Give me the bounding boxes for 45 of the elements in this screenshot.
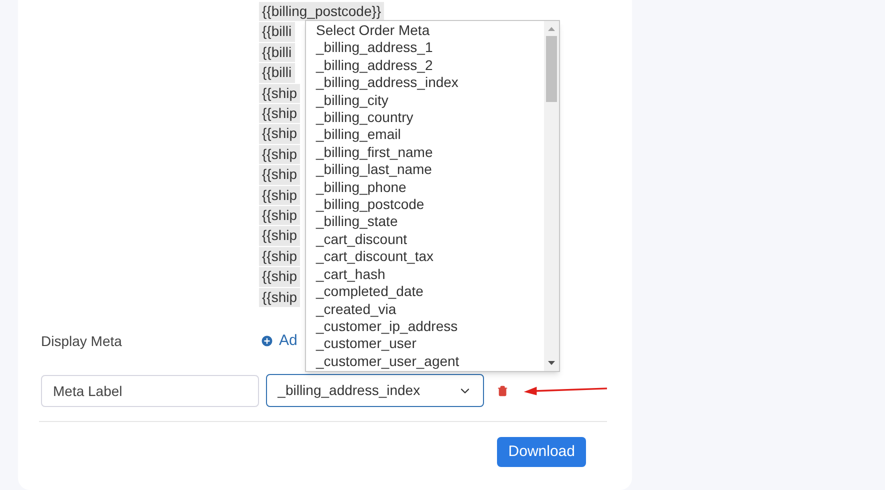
scroll-down-icon <box>548 361 555 366</box>
dropdown-option[interactable]: _billing_last_name <box>306 161 544 179</box>
dropdown-option[interactable]: _completed_date <box>306 283 544 300</box>
plus-circle-icon <box>260 334 274 348</box>
dropdown-option[interactable]: _billing_phone <box>306 178 544 196</box>
placeholder-tag: {{ship <box>259 124 300 144</box>
dropdown-option[interactable]: _customer_user <box>306 335 544 353</box>
dropdown-option[interactable]: _billing_address_2 <box>306 56 544 74</box>
placeholder-tag: {{billing_postcode}} <box>259 2 384 22</box>
dropdown-option[interactable]: _billing_postcode <box>306 196 544 214</box>
placeholder-tag: {{ship <box>259 206 300 226</box>
placeholder-tag: {{ship <box>259 104 300 124</box>
meta-select[interactable]: _billing_address_index <box>266 374 484 408</box>
scrollbar-thumb[interactable] <box>546 36 557 102</box>
placeholder-tag: {{ship <box>259 288 300 308</box>
placeholder-tag: {{billi <box>259 42 295 62</box>
download-button[interactable]: Download <box>497 437 586 468</box>
placeholder-tag: {{billi <box>259 22 295 42</box>
dropdown-option[interactable]: _billing_country <box>306 109 544 126</box>
scroll-up-icon <box>548 27 555 31</box>
placeholder-tag: {{ship <box>259 246 300 266</box>
dropdown-option[interactable]: Select Order Meta <box>306 22 544 40</box>
dropdown-option[interactable]: _billing_address_1 <box>306 39 544 57</box>
placeholder-tag: {{ship <box>259 186 300 206</box>
placeholder-tag: {{ship <box>259 267 300 287</box>
add-link[interactable]: Ad <box>260 330 298 352</box>
dropdown-option[interactable]: _billing_email <box>306 126 544 144</box>
dropdown-option[interactable]: _customer_user_agent <box>306 352 544 370</box>
dropdown-option[interactable]: _cart_discount <box>306 230 544 248</box>
dropdown-option[interactable]: _created_via <box>306 300 544 318</box>
meta-label-field[interactable]: Meta Label <box>41 374 259 407</box>
placeholder-tag: {{ship <box>259 226 300 246</box>
placeholder-tag: {{ship <box>259 144 300 164</box>
placeholder-tag: {{ship <box>259 165 300 185</box>
dropdown-option[interactable]: _billing_city <box>306 92 544 110</box>
dropdown-option[interactable]: _billing_first_name <box>306 144 544 162</box>
display-meta-label: Display Meta <box>41 332 123 351</box>
placeholder-tag: {{ship <box>259 84 300 104</box>
dropdown-option[interactable]: _billing_address_index <box>306 74 544 92</box>
delete-icon[interactable] <box>497 384 508 398</box>
dropdown-option[interactable]: _customer_ip_address <box>306 318 544 336</box>
dropdown-option[interactable]: _billing_state <box>306 213 544 231</box>
dropdown-option[interactable]: _cart_discount_tax <box>306 248 544 266</box>
dropdown-option[interactable]: _cart_hash <box>306 266 544 284</box>
placeholder-tag: {{billi <box>259 63 295 83</box>
